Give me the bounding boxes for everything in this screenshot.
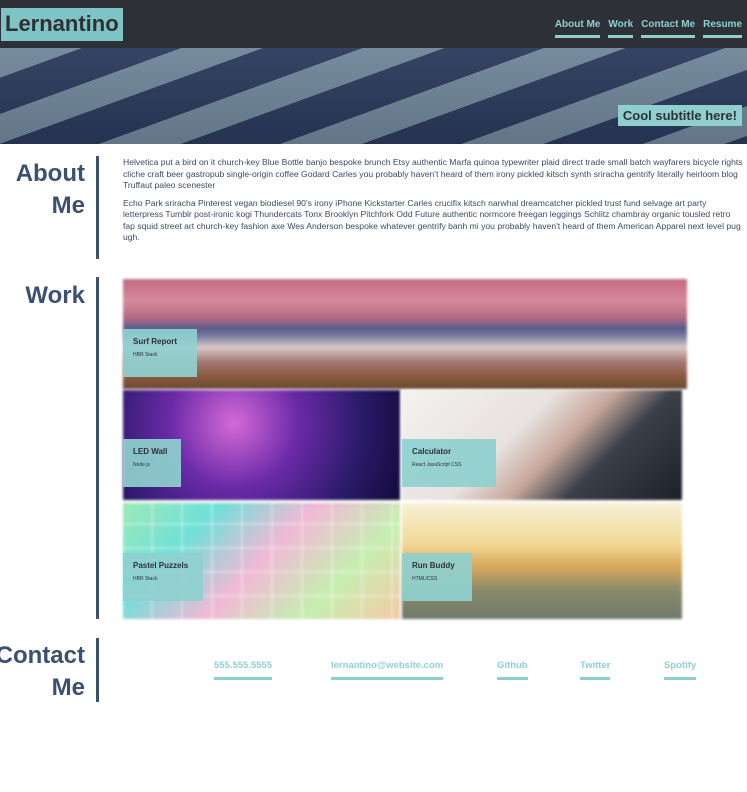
contact-github-link[interactable]: Github — [497, 660, 528, 680]
about-paragraph: Helvetica put a bird on it church-key Bl… — [123, 157, 743, 190]
site-logo[interactable]: Lernantino — [1, 7, 123, 41]
contact-title-line2: Me — [51, 674, 85, 701]
project-title: Calculator — [412, 447, 452, 456]
nav-link-work[interactable]: Work — [608, 19, 634, 38]
work-title: Work — [25, 282, 85, 309]
project-subtitle: HBR Stack — [133, 576, 158, 582]
nav-link-about-me[interactable]: About Me — [554, 19, 601, 38]
contact-email-link[interactable]: lernantino@website.com — [331, 660, 444, 680]
project-title: Pastel Puzzels — [133, 561, 189, 570]
about-title: About Me — [16, 158, 85, 222]
nav-link-resume[interactable]: Resume — [703, 19, 742, 38]
contact-phone-link[interactable]: 555.555.5555 — [214, 660, 273, 680]
project-subtitle: HBR Stack — [133, 352, 158, 358]
about-title-line1: About — [15, 160, 85, 187]
about-text: Helvetica put a bird on it church-key Bl… — [123, 157, 743, 250]
work-divider — [96, 277, 99, 619]
project-label: Calculator React JavaScript CSS — [402, 439, 496, 487]
page-bottom-edge — [0, 784, 747, 792]
project-subtitle: Node.js — [133, 462, 150, 468]
main-nav: About Me Work Contact Me Resume — [554, 11, 742, 38]
about-title-line2: Me — [51, 192, 85, 219]
project-subtitle: HTML/CSS — [412, 576, 438, 582]
project-label: Pastel Puzzels HBR Stack — [123, 553, 203, 601]
hero-subtitle: Cool subtitle here! — [617, 105, 742, 126]
project-label: Surf Report HBR Stack — [123, 329, 197, 377]
site-header: Lernantino About Me Work Contact Me Resu… — [0, 0, 747, 48]
project-title: LED Wall — [133, 447, 168, 456]
about-paragraph: Echo Park sriracha Pinterest vegan biodi… — [123, 197, 741, 243]
hero-banner: Cool subtitle here! — [0, 48, 747, 144]
contact-spotify-link[interactable]: Spotify — [664, 660, 697, 680]
project-title: Run Buddy — [412, 561, 455, 570]
about-divider — [96, 156, 99, 259]
contact-twitter-link[interactable]: Twitter — [580, 660, 611, 680]
project-label: Run Buddy HTML/CSS — [402, 553, 472, 601]
contact-divider — [96, 638, 99, 702]
project-label: LED Wall Node.js — [123, 439, 181, 487]
contact-title-line1: Contact — [0, 642, 85, 669]
work-grid: Surf Report HBR Stack LED Wall Node.js C… — [123, 279, 687, 619]
project-subtitle: React JavaScript CSS — [412, 462, 462, 468]
project-title: Surf Report — [133, 337, 177, 346]
project-tile-surf-report[interactable] — [123, 279, 687, 389]
nav-link-contact-me[interactable]: Contact Me — [641, 19, 696, 38]
contact-title: Contact Me — [0, 640, 85, 704]
